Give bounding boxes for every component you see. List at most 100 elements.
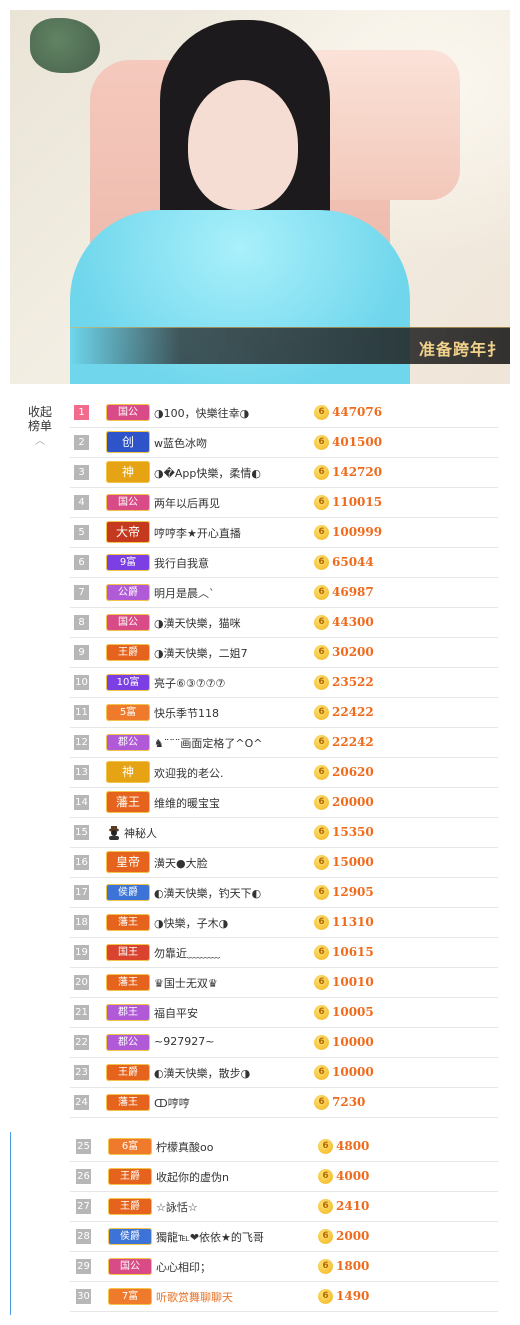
coin-icon: 6 [314,615,329,630]
live-stream-video[interactable]: 准备跨年扌 [10,10,510,384]
contribution-value: 2410 [336,1199,370,1213]
ranking-row[interactable]: 26 王爵 收起你的虚伪n 6 4000 [70,1162,498,1192]
ranking-row[interactable]: 24 藩王 ↀ哼哼 6 7230 [70,1088,498,1118]
contribution-value: 23522 [332,675,374,689]
rank-title-badge: 侯爵 [108,1228,152,1245]
ranking-row[interactable]: 8 国公 ◑潢天快樂，猫咪 6 44300 [70,608,498,638]
user-name[interactable]: ☆詠恬☆ [156,1199,198,1215]
rank-number: 26 [76,1169,91,1184]
ranking-row[interactable]: 1 国公 ◑100，快樂往幸◑ 6 447076 [70,398,498,428]
ranking-row[interactable]: 12 郡公 ♞¨¨¨画面定格了^O^ 6 22242 [70,728,498,758]
rank-number: 28 [76,1229,91,1244]
ranking-row[interactable]: 4 国公 两年以后再见 6 110015 [70,488,498,518]
user-name[interactable]: 勿靠近﹏﹏﹏ [154,945,220,961]
ranking-row[interactable]: 30 7富 听歌赏舞聊聊天 6 1490 [70,1282,498,1312]
ranking-row[interactable]: 14 藩王 维维的暖宝宝 6 20000 [70,788,498,818]
user-name[interactable]: 维维的暖宝宝 [154,795,220,811]
ranking-row[interactable]: 15 神秘人 6 15350 [70,818,498,848]
user-name[interactable]: ~927927~ [154,1035,214,1048]
coin-icon: 6 [314,1095,329,1110]
coin-icon: 6 [314,675,329,690]
ranking-row[interactable]: 2 创 w蓝色冰吻 6 401500 [70,428,498,458]
ranking-row[interactable]: 22 郡公 ~927927~ 6 10000 [70,1028,498,1058]
rank-number: 7 [74,585,89,600]
user-name[interactable]: 潢天●大脸 [154,855,208,871]
user-name[interactable]: 听歌赏舞聊聊天 [156,1289,233,1305]
user-name[interactable]: 两年以后再见 [154,495,220,511]
rank-title-badge: 神 [106,761,150,783]
ranking-row[interactable]: 21 郡王 福自平安 6 10005 [70,998,498,1028]
ranking-row[interactable]: 19 国王 勿靠近﹏﹏﹏ 6 10615 [70,938,498,968]
user-name[interactable]: ♛国士无双♛ [154,975,218,991]
user-name[interactable]: 柠檬真酸oo [156,1139,213,1155]
rank-title-badge: 郡公 [106,1034,150,1051]
rank-number: 22 [74,1035,89,1050]
rank-title-badge: 皇帝 [106,851,150,873]
rank-number: 2 [74,435,89,450]
user-name[interactable]: 亮子⑥③⑦⑦⑦ [154,675,225,691]
user-name[interactable]: ◑�App快樂，柔情◐ [154,465,261,481]
user-name[interactable]: ↀ哼哼 [154,1095,190,1111]
ranking-row[interactable]: 11 5富 快乐季节118 6 22422 [70,698,498,728]
rank-title-badge: 藩王 [106,974,150,991]
ranking-row[interactable]: 3 神 ◑�App快樂，柔情◐ 6 142720 [70,458,498,488]
rank-number: 15 [74,825,89,840]
ranking-row[interactable]: 28 侯爵 獨龍℡❤依依★的飞哥 6 2000 [70,1222,498,1252]
user-name[interactable]: 神秘人 [124,825,157,841]
rank-title-badge: 藩王 [106,791,150,813]
user-name[interactable]: w蓝色冰吻 [154,435,207,451]
contribution-value: 100999 [332,525,383,539]
user-name[interactable]: 哼哼李★开心直播 [154,525,241,541]
contribution-value: 7230 [332,1095,366,1109]
user-name[interactable]: 快乐季节118 [154,705,219,721]
rank-number: 18 [74,915,89,930]
coin-icon: 6 [314,765,329,780]
user-name[interactable]: 明月是晨︿` [154,585,215,601]
ranking-row[interactable]: 18 藩王 ◑快樂，子木◑ 6 11310 [70,908,498,938]
user-name[interactable]: ◑快樂，子木◑ [154,915,228,931]
coin-icon: 6 [314,825,329,840]
contribution-value: 110015 [332,495,383,509]
rank-title-badge: 郡王 [106,1004,150,1021]
ranking-row[interactable]: 29 国公 心心相印； 6 1800 [70,1252,498,1282]
user-name[interactable]: ◑100，快樂往幸◑ [154,405,249,421]
user-name[interactable]: 收起你的虚伪n [156,1169,229,1185]
user-name[interactable]: 福自平安 [154,1005,198,1021]
ranking-row[interactable]: 20 藩王 ♛国士无双♛ 6 10010 [70,968,498,998]
ranking-row[interactable]: 7 公爵 明月是晨︿` 6 46987 [70,578,498,608]
coin-icon: 6 [314,795,329,810]
mystery-user-icon [106,824,122,840]
contribution-value: 20000 [332,795,374,809]
ranking-list: 1 国公 ◑100，快樂往幸◑ 6 447076 2 创 w蓝色冰吻 6 401500 3 神 ◑�Ap… [70,398,498,1118]
collapse-ranking-button[interactable]: 收起 榜单 ︿ [28,405,52,449]
ranking-row[interactable]: 13 神欢迎我的老公. 6 20620 [70,758,498,788]
ranking-row[interactable]: 10 10富 亮子⑥③⑦⑦⑦ 6 23522 [70,668,498,698]
user-name[interactable]: 欢迎我的老公. [154,765,224,781]
rank-number: 10 [74,675,89,690]
ranking-row[interactable]: 23 王爵 ◐潢天快樂，散步◑ 6 10000 [70,1058,498,1088]
ranking-row[interactable]: 17 侯爵 ◐潢天快樂，钓天下◐ 6 12905 [70,878,498,908]
ranking-row[interactable]: 9 王爵 ◑潢天快樂，二姐7 6 30200 [70,638,498,668]
contribution-value: 10000 [332,1065,374,1079]
ranking-row[interactable]: 27 王爵 ☆詠恬☆ 6 2410 [70,1192,498,1222]
chevron-up-icon: ︿ [35,436,45,447]
collapse-label: 收起 [28,405,53,419]
user-name[interactable]: 我行自我意 [154,555,209,571]
ranking-row[interactable]: 5 大帝 哼哼李★开心直播 6 100999 [70,518,498,548]
ranking-row[interactable]: 16 皇帝 潢天●大脸 6 15000 [70,848,498,878]
user-name[interactable]: ◐潢天快樂，散步◑ [154,1065,250,1081]
user-name[interactable]: ◑潢天快樂，猫咪 [154,615,241,631]
ranking-row[interactable]: 25 6富 柠檬真酸oo 6 4800 [70,1132,498,1162]
user-name[interactable]: 心心相印； [156,1259,211,1275]
contribution-value: 2000 [336,1229,370,1243]
rank-number: 20 [74,975,89,990]
ranking-row[interactable]: 6 9富 我行自我意 6 65044 [70,548,498,578]
contribution-value: 10000 [332,1035,374,1049]
rank-title-badge: 藩王 [106,914,150,931]
user-name[interactable]: ◐潢天快樂，钓天下◐ [154,885,261,901]
user-name[interactable]: ◑潢天快樂，二姐7 [154,645,248,661]
user-name[interactable]: ♞¨¨¨画面定格了^O^ [154,735,262,751]
rank-number: 17 [74,885,89,900]
user-name[interactable]: 獨龍℡❤依依★的飞哥 [156,1229,264,1245]
coin-icon: 6 [314,465,329,480]
